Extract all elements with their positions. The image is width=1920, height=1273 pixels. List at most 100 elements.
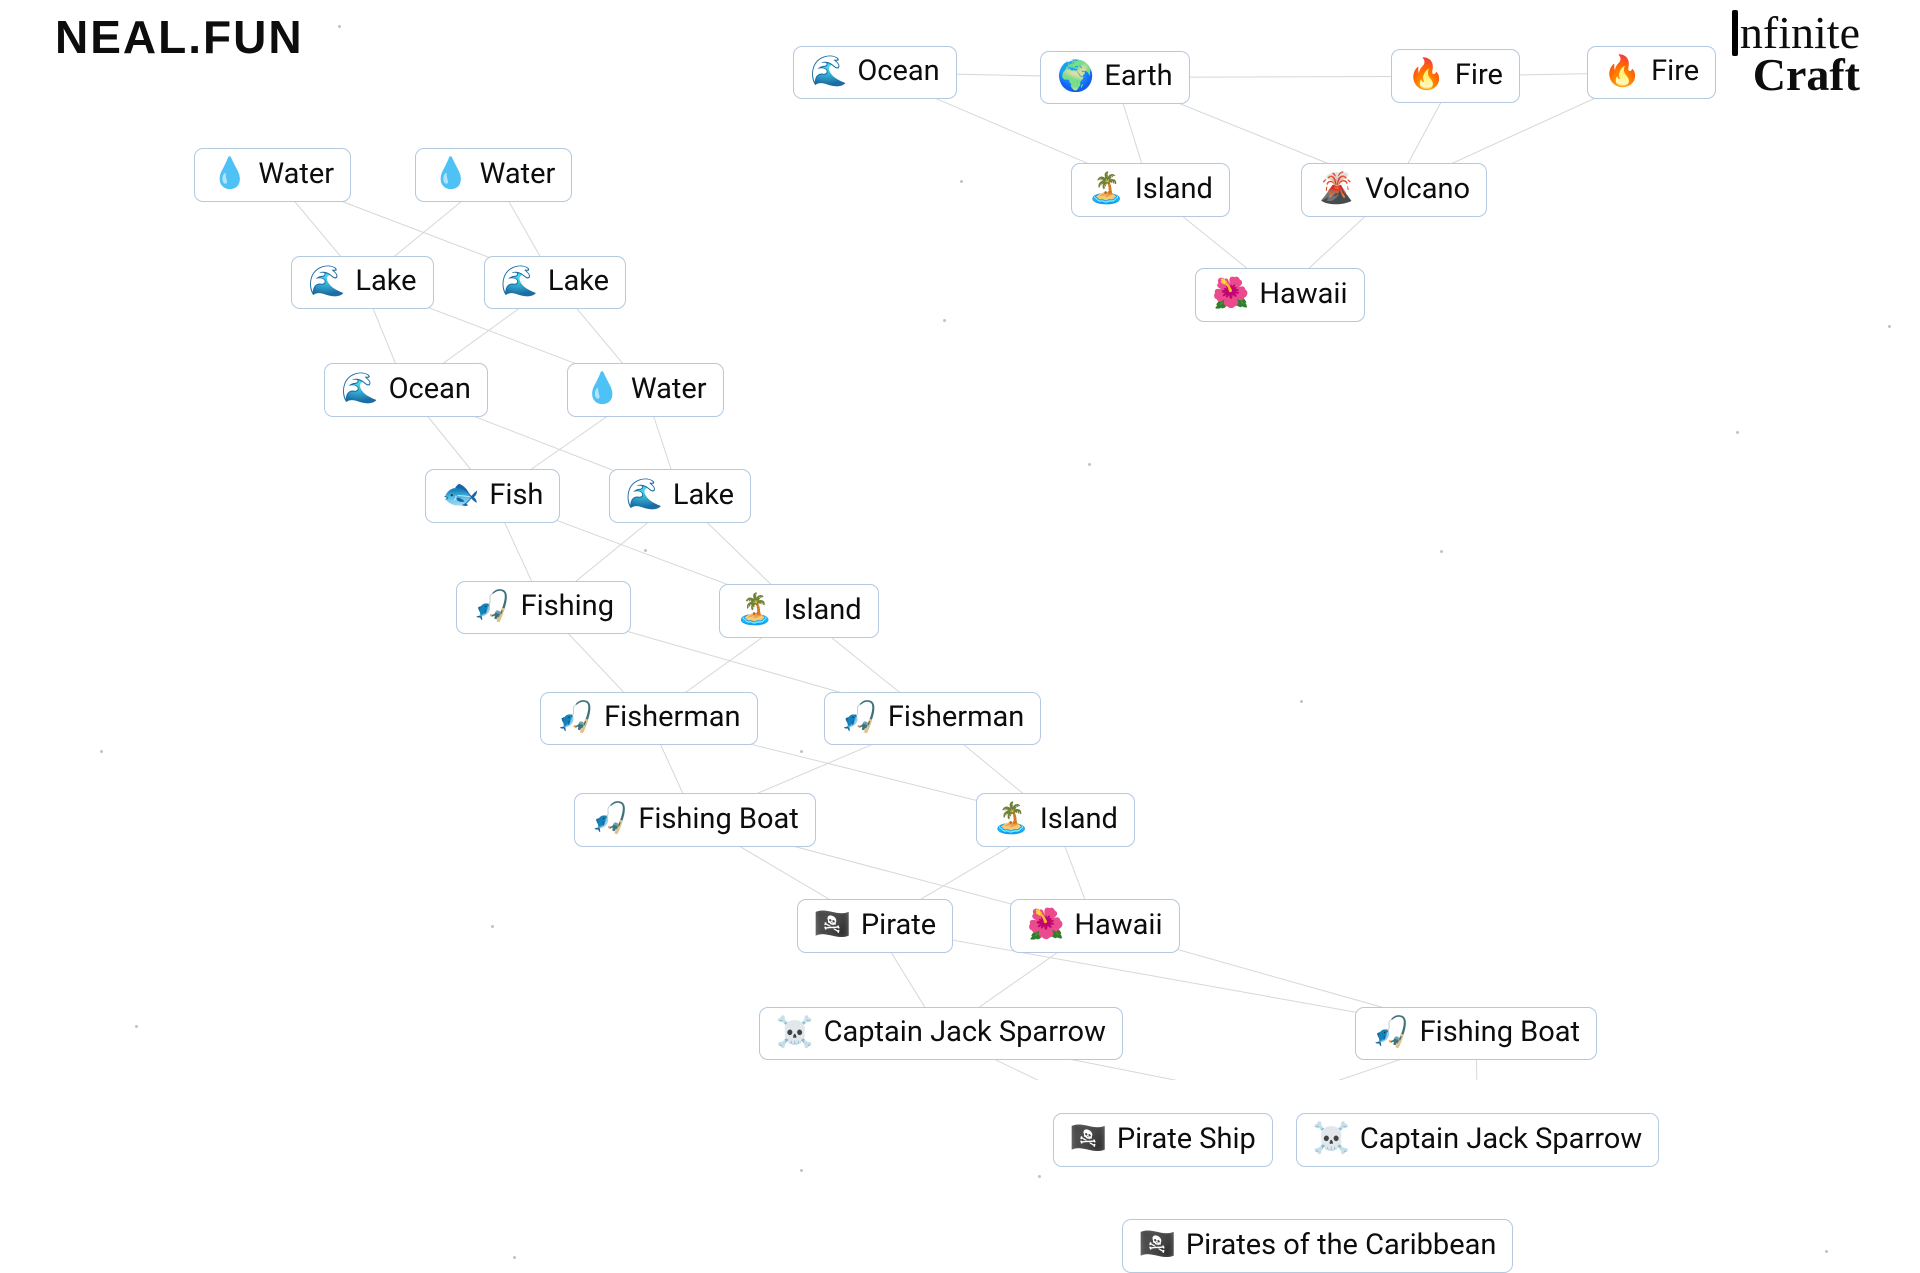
site-logo[interactable]: NEAL.FUN [55,10,304,64]
background-speck [1736,431,1739,434]
background-speck [135,1025,138,1028]
element-label: Island [1135,173,1213,206]
element-earth-1[interactable]: 🌍 Earth [1040,51,1190,105]
element-emoji: 🌋 [1318,172,1355,207]
element-fishing-1[interactable]: 🎣 Fishing [456,581,631,635]
element-label: Captain Jack Sparrow [824,1016,1106,1049]
element-label: Lake [548,265,609,298]
element-emoji: 🏴‍☠️ [814,908,851,943]
element-emoji: 🎣 [557,701,594,736]
element-island-2[interactable]: 🏝️ Island [719,584,878,638]
craft-canvas[interactable]: 🌊Ocean🌍Earth🔥Fire🔥Fire💧Water💧Water🏝️Isla… [0,0,1920,1080]
element-emoji: 💧 [211,157,248,192]
element-ocean-2[interactable]: 🌊Ocean [324,363,488,417]
element-water-1[interactable]: 💧 Water [194,148,351,202]
element-label: Island [784,594,862,627]
element-emoji: 🌍 [1057,60,1094,95]
element-label: Pirate [861,909,936,942]
background-speck [943,319,946,322]
element-label: Hawaii [1074,909,1162,942]
element-label: Ocean [857,55,939,88]
background-speck [644,549,647,552]
element-cjs-2[interactable]: ☠️ Captain Jack Sparrow [1296,1113,1660,1167]
element-fisherman-1[interactable]: 🎣 Fisherman [540,692,758,746]
element-lake-3[interactable]: 🌊 Lake [609,469,752,523]
element-fishingboat-2[interactable]: 🎣Fishing Boat [1355,1007,1597,1061]
element-emoji: 🏝️ [736,593,773,628]
element-emoji: 🌊 [626,478,663,513]
element-emoji: 🎣 [591,802,628,837]
element-label: Volcano [1365,173,1470,206]
element-label: Lake [355,265,416,298]
element-emoji: ☠️ [1313,1122,1350,1157]
element-fishingboat-1[interactable]: 🎣 Fishing Boat [574,793,816,847]
element-emoji: 🌊 [341,372,378,407]
element-label: Lake [673,479,734,512]
element-emoji: 🌺 [1212,277,1249,312]
element-label: Water [258,158,334,191]
element-emoji: 🏝️ [993,802,1030,837]
element-label: Pirate Ship [1117,1123,1256,1156]
element-ocean-1[interactable]: 🌊 Ocean [793,46,957,100]
element-label: Fishing Boat [1420,1016,1580,1049]
element-island-1[interactable]: 🏝️ Island [1071,163,1230,217]
element-label: Fishing Boat [638,803,798,836]
element-label: Island [1040,803,1118,836]
element-pirate-1[interactable]: 🏴‍☠️ Pirate [797,899,954,953]
element-label: Fishing [521,590,614,623]
element-label: Water [480,158,556,191]
element-label: Hawaii [1259,278,1347,311]
game-logo: nfinite Craft [1732,10,1860,98]
element-fire-2[interactable]: 🔥Fire [1587,46,1716,100]
element-emoji: 🔥 [1604,55,1641,90]
logo-bar-icon [1732,10,1738,56]
element-label: Water [631,373,707,406]
element-label: Pirates of the Caribbean [1186,1229,1497,1262]
element-emoji: 💧 [432,157,469,192]
background-speck [491,925,494,928]
element-potc-1[interactable]: 🏴‍☠️ Pirates of the Caribbean [1122,1219,1514,1273]
element-lake-2[interactable]: 🌊 Lake [484,256,627,310]
background-speck [1300,700,1303,703]
element-emoji: 🏝️ [1088,172,1125,207]
element-emoji: 🐟 [442,478,479,513]
element-volcano-1[interactable]: 🌋 Volcano [1301,163,1487,217]
background-speck [338,25,341,28]
element-label: Fish [489,479,543,512]
element-label: Captain Jack Sparrow [1360,1123,1642,1156]
element-emoji: 🏴‍☠️ [1139,1228,1176,1263]
element-emoji: 🏴‍☠️ [1070,1122,1107,1157]
element-hawaii-2[interactable]: 🌺 Hawaii [1010,899,1180,953]
element-emoji: 💧 [584,372,621,407]
element-label: Earth [1104,60,1172,93]
element-emoji: 🌊 [810,55,847,90]
element-emoji: 🌊 [308,265,345,300]
element-fire-1[interactable]: 🔥 Fire [1391,49,1520,103]
element-cjs-1[interactable]: ☠️ Captain Jack Sparrow [759,1007,1123,1061]
element-emoji: 🌊 [501,265,538,300]
element-lake-1[interactable]: 🌊 Lake [291,256,434,310]
element-emoji: 🔥 [1408,58,1445,93]
background-speck [960,180,963,183]
background-speck [1888,325,1891,328]
element-emoji: 🎣 [841,701,878,736]
background-speck [1825,1250,1828,1253]
background-speck [1038,1175,1041,1178]
element-water-2[interactable]: 💧 Water [415,148,572,202]
background-speck [800,750,803,753]
element-hawaii-1[interactable]: 🌺 Hawaii [1195,268,1365,322]
background-speck [1440,550,1443,553]
element-emoji: 🎣 [473,590,510,625]
element-water-3[interactable]: 💧 Water [567,363,724,417]
element-label: Fisherman [888,701,1024,734]
element-fisherman-2[interactable]: 🎣 Fisherman [824,692,1042,746]
element-emoji: 🌺 [1027,908,1064,943]
element-emoji: ☠️ [776,1016,813,1051]
element-fish-1[interactable]: 🐟 Fish [425,469,560,523]
element-island-3[interactable]: 🏝️ Island [976,793,1135,847]
background-speck [100,750,103,753]
element-pirateship-1[interactable]: 🏴‍☠️ Pirate Ship [1053,1113,1273,1167]
element-label: Fisherman [604,701,740,734]
background-speck [800,1169,803,1172]
element-label: Fire [1455,59,1503,92]
